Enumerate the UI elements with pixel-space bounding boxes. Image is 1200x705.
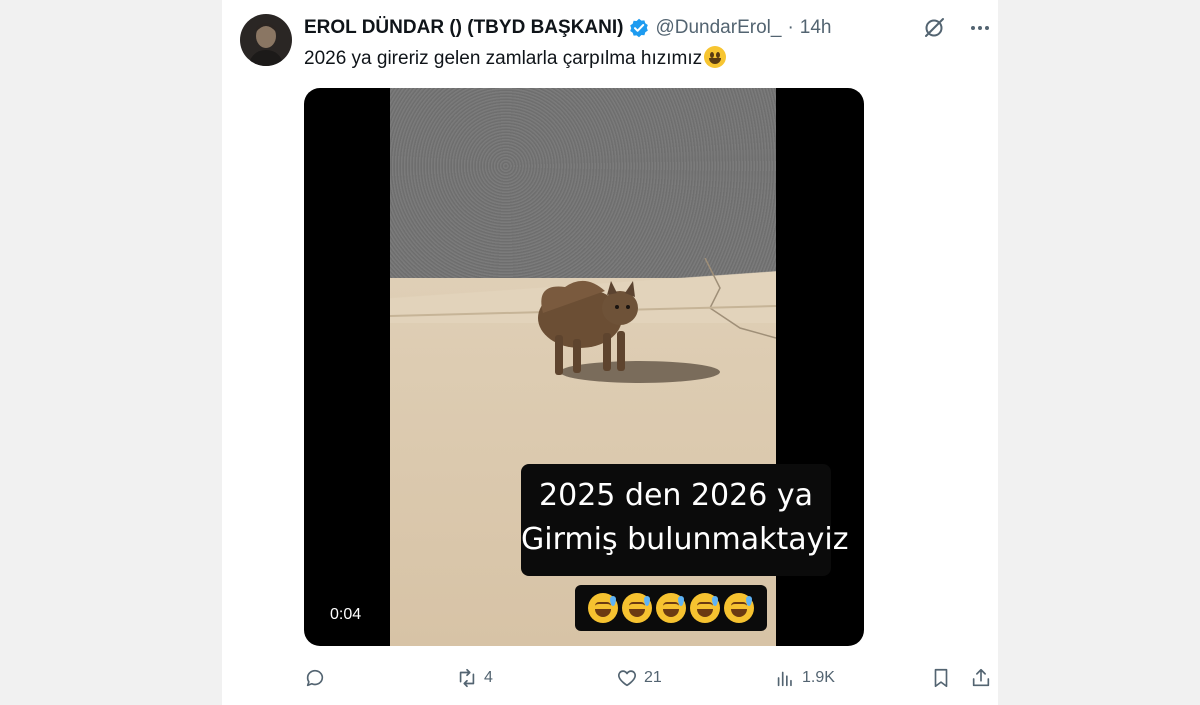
bookmark-icon (934, 668, 948, 688)
sweat-smile-emoji-icon (656, 593, 686, 623)
video-duration: 0:04 (330, 606, 362, 623)
avatar[interactable] (240, 14, 292, 66)
share-button[interactable] (970, 664, 992, 692)
retweet-button[interactable]: 4 (456, 664, 493, 692)
video-frame: 2025 den 2026 ya Girmiş bulunmaktayiz (390, 88, 849, 646)
views-count: 1.9K (802, 669, 835, 686)
tweet-text-body: 2026 ya gireriz gelen zamlarla çarpılma … (304, 48, 703, 69)
caption-line-2: Girmiş bulunmaktayiz (521, 522, 849, 557)
tweet-header: EROL DÜNDAR () (TBYD BAŞKANI) @DundarEro… (304, 16, 998, 40)
bookmark-button[interactable] (930, 664, 952, 692)
video-player[interactable]: 2025 den 2026 ya Girmiş bulunmaktayiz 0:… (304, 88, 864, 646)
reply-button[interactable] (304, 664, 332, 692)
retweet-icon (459, 668, 475, 688)
views-button[interactable]: 1.9K (774, 664, 835, 692)
caption-emoji-strip (575, 585, 767, 631)
grinning-face-emoji-icon (704, 46, 727, 68)
tweet-text: 2026 ya gireriz gelen zamlarla çarpılma … (304, 46, 727, 71)
tweet-card: EROL DÜNDAR () (TBYD BAŞKANI) @DundarEro… (222, 0, 998, 705)
retweet-count: 4 (484, 669, 493, 686)
sweat-smile-emoji-icon (724, 593, 754, 623)
tweet-actions: 4 21 1.9K (304, 664, 994, 692)
heart-icon (618, 670, 636, 687)
reply-icon (306, 669, 324, 687)
like-count: 21 (644, 669, 662, 686)
separator-dot: · (787, 17, 794, 38)
video-caption: 2025 den 2026 ya Girmiş bulunmaktayiz (521, 464, 849, 576)
views-chart-icon (777, 671, 792, 687)
cat-image (538, 280, 638, 375)
timestamp[interactable]: 14h (800, 17, 832, 39)
grok-icon[interactable] (922, 16, 946, 40)
sweat-smile-emoji-icon (622, 593, 652, 623)
header-actions (922, 16, 992, 40)
author-name[interactable]: EROL DÜNDAR () (TBYD BAŞKANI) (304, 17, 623, 39)
author-handle[interactable]: @DundarErol_ (655, 17, 781, 39)
verified-badge-icon (629, 18, 649, 38)
asphalt-road (390, 88, 776, 283)
share-icon (972, 668, 990, 687)
like-button[interactable]: 21 (616, 664, 662, 692)
sweat-smile-emoji-icon (588, 593, 618, 623)
sweat-smile-emoji-icon (690, 593, 720, 623)
caption-line-1: 2025 den 2026 ya (539, 478, 813, 513)
more-options-icon[interactable] (968, 16, 992, 40)
